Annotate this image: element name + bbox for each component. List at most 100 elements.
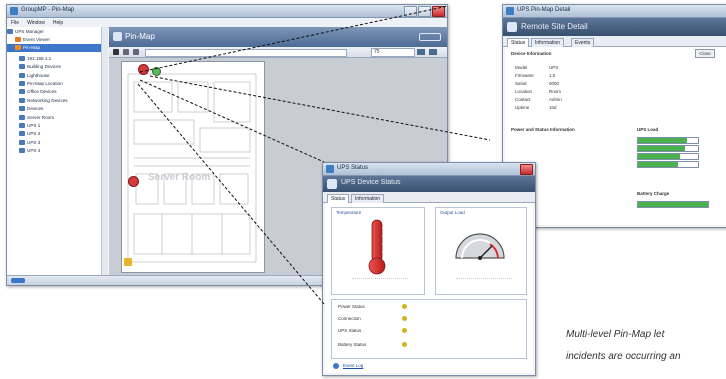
main-titlebar[interactable]: GroupMP - Pin-Map: [7, 5, 447, 18]
close-button[interactable]: [520, 164, 533, 175]
status-ok-icon: [402, 328, 407, 333]
event-log-link[interactable]: Event Log: [343, 363, 363, 368]
menu-item-file[interactable]: File: [11, 20, 19, 26]
ups-load-heading: UPS Load: [637, 127, 659, 132]
load-bar-fill: [638, 154, 680, 159]
list-icon[interactable]: [429, 49, 437, 55]
menu-item-help[interactable]: Help: [53, 20, 63, 26]
pinmap-toolbar: 75: [109, 47, 447, 58]
temperature-label: Temperature: [336, 210, 362, 215]
map-location-label: Server Room: [148, 172, 211, 183]
tree-item[interactable]: UPS 4: [7, 146, 107, 154]
tree-scrollbar[interactable]: [101, 27, 108, 275]
tree-item-selected[interactable]: Pin-Map: [7, 43, 107, 53]
load-bar: [637, 137, 699, 144]
field-label: Uptime: [515, 105, 530, 110]
status-body: Temperature Output Load Power Status Con…: [325, 203, 533, 373]
close-detail-button[interactable]: Close: [695, 49, 715, 58]
temperature-readout: [352, 278, 408, 291]
status-tab-strip: Status Information: [323, 192, 535, 203]
tree-item[interactable]: 192.168.1.1: [7, 54, 107, 62]
zoom-select[interactable]: 75: [371, 48, 415, 57]
device-icon: [327, 179, 337, 189]
ups-icon: [19, 131, 25, 137]
detail-header: Remote Site Detail: [503, 18, 726, 36]
play-button[interactable]: [113, 49, 119, 55]
capacity-readout: [456, 278, 512, 291]
tree-item[interactable]: Pin-Map Location: [7, 79, 107, 87]
status-ok-icon: [402, 342, 407, 347]
tree-item[interactable]: Networking Devices: [7, 96, 107, 104]
forward-button[interactable]: [133, 49, 139, 55]
tab-information[interactable]: Information: [531, 38, 565, 47]
detail-titlebar[interactable]: UPS Pin-Map Detail: [503, 5, 726, 18]
path-field[interactable]: [145, 49, 347, 57]
close-button[interactable]: [432, 6, 445, 17]
device-icon: [19, 114, 25, 120]
back-button[interactable]: [123, 49, 129, 55]
main-window-title: GroupMP - Pin-Map: [21, 7, 75, 13]
capacity-group: Output Load: [435, 207, 527, 295]
load-bar-fill: [638, 138, 688, 143]
header-controls[interactable]: [419, 33, 441, 41]
device-icon: [19, 64, 25, 70]
ups-icon: [19, 139, 25, 145]
window-controls: [404, 6, 445, 17]
tab-events[interactable]: Events: [571, 38, 595, 47]
status-window-title: UPS Status: [337, 165, 369, 171]
field-value: 1.0: [549, 73, 556, 78]
tree-item[interactable]: Lighthouse: [7, 71, 107, 79]
floor-plan-canvas[interactable]: Server Room: [121, 61, 265, 273]
load-bar-fill: [638, 162, 678, 167]
tree-item[interactable]: Event Viewer: [7, 35, 107, 43]
thermometer-icon: [368, 219, 386, 275]
alert-pin-icon[interactable]: [138, 64, 149, 75]
status-header-title: UPS Device Status: [341, 179, 401, 186]
grid-icon[interactable]: [417, 49, 425, 55]
tree-item[interactable]: UPS 2: [7, 130, 107, 138]
tree-item[interactable]: Building Devices: [7, 63, 107, 71]
field-value: Admin: [549, 97, 562, 102]
tree-item[interactable]: Office Devices: [7, 88, 107, 96]
minimize-button[interactable]: [404, 6, 417, 17]
detail-window-title: UPS Pin-Map Detail: [517, 7, 571, 13]
field-value: Room: [549, 89, 562, 94]
tree-item[interactable]: UPS 3: [7, 138, 107, 146]
battery-bar-fill: [638, 202, 708, 207]
lock-icon[interactable]: [124, 258, 132, 266]
detail-body: Device Information Close Model UPS Firmw…: [505, 47, 726, 225]
pinmap-header: Pin-Map: [109, 27, 447, 47]
tree-item[interactable]: Devices: [7, 105, 107, 113]
detail-tab-strip: Status Information Events: [503, 36, 726, 47]
field-value: 10d: [549, 105, 557, 110]
power-info-heading: Power and Status Information: [511, 127, 575, 132]
gauge-icon: [455, 233, 505, 260]
device-icon: [19, 55, 25, 61]
status-rows-group: Power Status Connection UPS Status Batte…: [331, 299, 527, 359]
status-row-label: UPS Status: [338, 328, 362, 333]
app-icon: [10, 7, 18, 15]
device-icon: [19, 89, 25, 95]
app-icon: [326, 165, 334, 173]
tree-item[interactable]: Server Room: [7, 113, 107, 121]
field-label: Contact: [515, 97, 531, 102]
pinmap-title: Pin-Map: [125, 32, 155, 41]
tab-status[interactable]: Status: [507, 38, 530, 47]
device-icon: [19, 81, 25, 87]
tree-item[interactable]: UPS Manager: [7, 27, 107, 35]
window-controls: [520, 164, 533, 175]
status-titlebar[interactable]: UPS Status: [323, 163, 535, 176]
device-icon: [19, 72, 25, 78]
tree-item[interactable]: UPS 1: [7, 121, 107, 129]
alert-pin-icon[interactable]: [128, 176, 139, 187]
computer-icon: [7, 28, 13, 34]
status-window: UPS Status UPS Device Status Status Info…: [322, 162, 536, 376]
ok-pin-icon[interactable]: [152, 67, 161, 76]
field-value: UPS: [549, 65, 559, 70]
status-row-label: Power Status: [338, 304, 365, 309]
menu-item-window[interactable]: Window: [27, 20, 45, 26]
tab-information[interactable]: Information: [351, 194, 385, 203]
status-ok-icon: [402, 304, 407, 309]
tab-status[interactable]: Status: [327, 194, 350, 203]
maximize-button[interactable]: [418, 6, 431, 17]
